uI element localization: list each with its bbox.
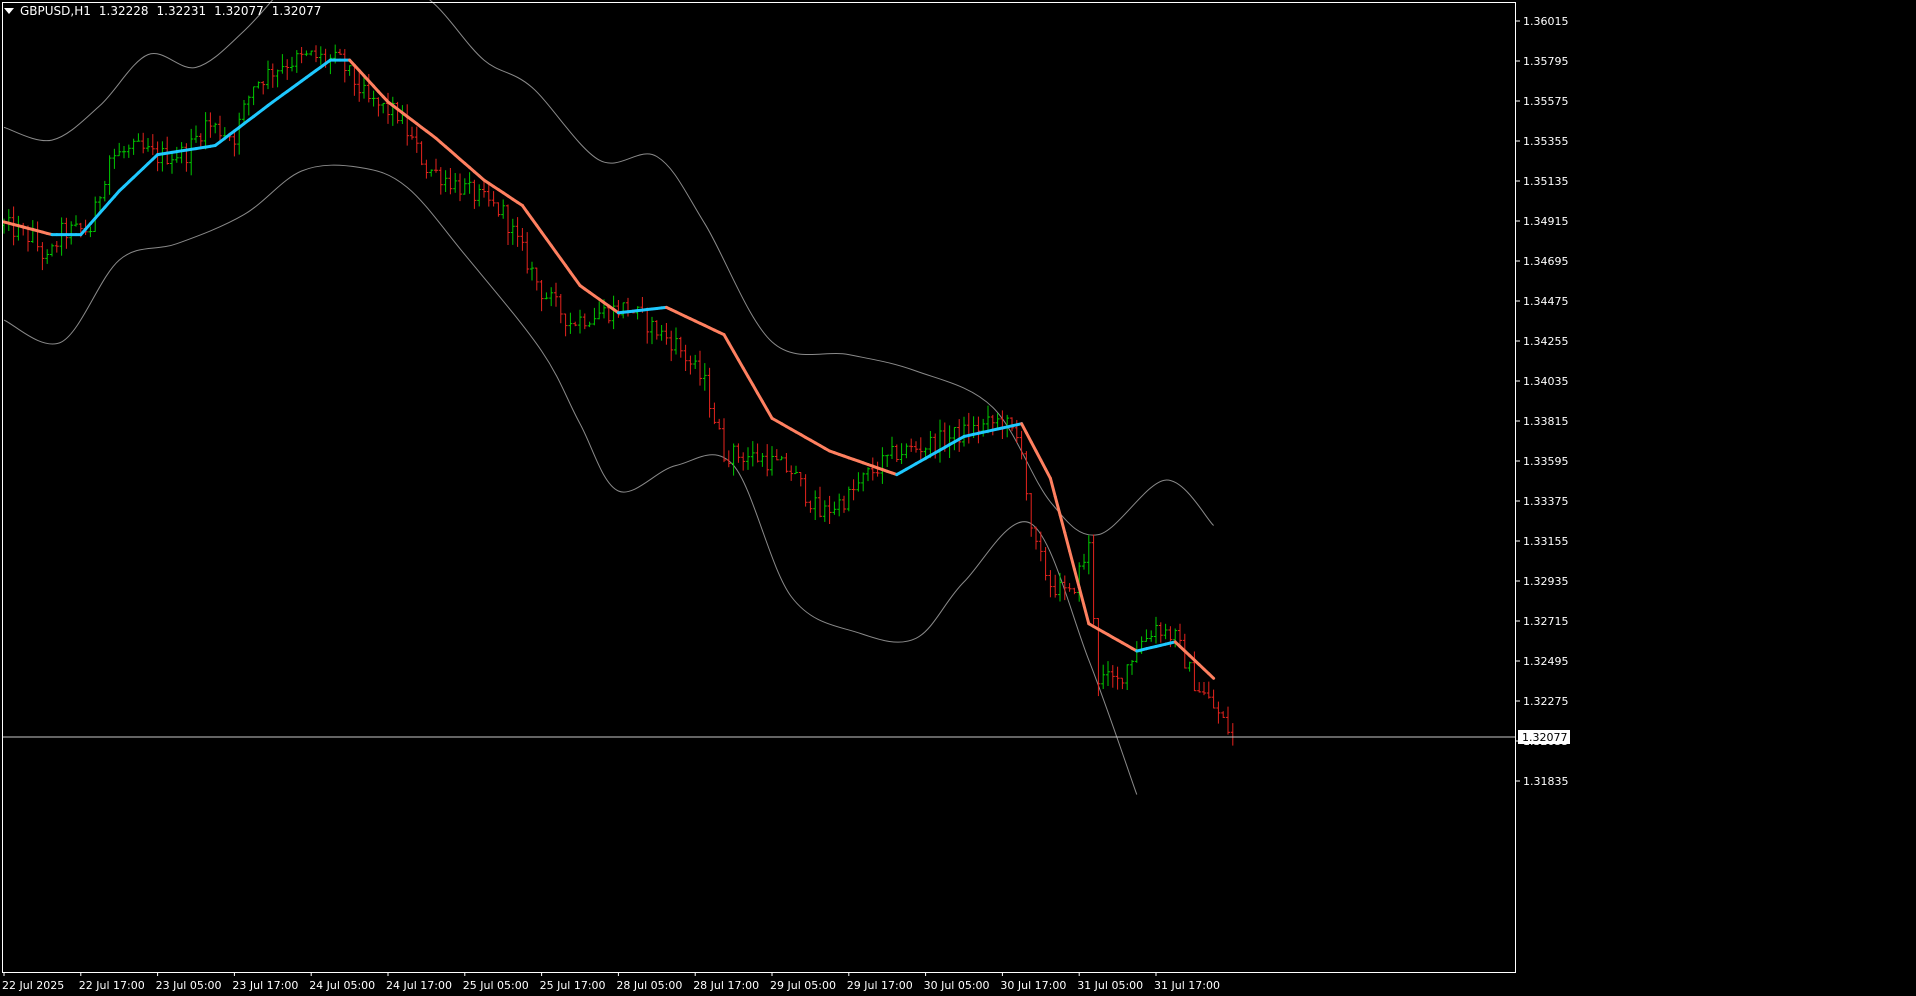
time-tick-label: 24 Jul 17:00	[386, 979, 452, 992]
symbol-dropdown-icon[interactable]	[4, 8, 14, 14]
current-price-label: 1.32077	[1522, 731, 1568, 744]
time-tick-label: 22 Jul 2025	[2, 979, 64, 992]
chart-background	[0, 0, 1916, 996]
price-tick-label: 1.35355	[1523, 135, 1569, 148]
time-tick-label: 25 Jul 17:00	[540, 979, 606, 992]
price-tick-label: 1.32275	[1523, 695, 1569, 708]
price-tick-label: 1.36015	[1523, 15, 1569, 28]
price-tick-label: 1.34035	[1523, 375, 1569, 388]
price-tick-label: 1.33155	[1523, 535, 1569, 548]
price-chart[interactable]: 1.36015 1.35795 1.35575 1.35355 1.35135 1.349…	[0, 0, 1916, 996]
price-tick-label: 1.32935	[1523, 575, 1569, 588]
low-value: 1.32077	[214, 4, 264, 18]
price-tick-label: 1.31835	[1523, 775, 1569, 788]
time-tick-label: 31 Jul 17:00	[1154, 979, 1220, 992]
price-tick-label: 1.34695	[1523, 255, 1569, 268]
chart-header: GBPUSD,H1 1.32228 1.32231 1.32077 1.3207…	[4, 3, 321, 19]
time-tick-label: 28 Jul 05:00	[616, 979, 682, 992]
price-tick-label: 1.32495	[1523, 655, 1569, 668]
price-tick-label: 1.35575	[1523, 95, 1569, 108]
price-tick-label: 1.34475	[1523, 295, 1569, 308]
time-tick-label: 23 Jul 17:00	[232, 979, 298, 992]
open-value: 1.32228	[98, 4, 149, 18]
price-tick-label: 1.34255	[1523, 335, 1569, 348]
price-tick-label: 1.34915	[1523, 215, 1569, 228]
price-tick-label: 1.32715	[1523, 615, 1569, 628]
time-tick-label: 23 Jul 05:00	[156, 979, 222, 992]
close-value: 1.32077	[271, 4, 322, 18]
time-tick-label: 30 Jul 17:00	[1000, 979, 1066, 992]
price-tick-label: 1.33595	[1523, 455, 1569, 468]
time-tick-label: 22 Jul 17:00	[79, 979, 145, 992]
time-tick-label: 25 Jul 05:00	[463, 979, 529, 992]
price-tick-label: 1.35135	[1523, 175, 1569, 188]
symbol-label[interactable]: GBPUSD,H1	[20, 4, 91, 18]
price-tick-label: 1.33815	[1523, 415, 1569, 428]
time-tick-label: 30 Jul 05:00	[924, 979, 990, 992]
time-tick-label: 31 Jul 05:00	[1077, 979, 1143, 992]
time-tick-label: 28 Jul 17:00	[693, 979, 759, 992]
time-tick-label: 29 Jul 17:00	[847, 979, 913, 992]
price-tick-label: 1.33375	[1523, 495, 1569, 508]
time-tick-label: 24 Jul 05:00	[309, 979, 375, 992]
time-tick-label: 29 Jul 05:00	[770, 979, 836, 992]
price-tick-label: 1.35795	[1523, 55, 1569, 68]
high-value: 1.32231	[156, 4, 207, 18]
